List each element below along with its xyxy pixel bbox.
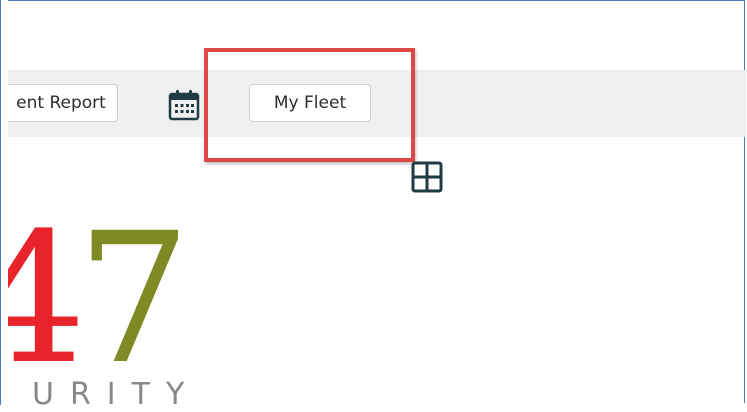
incident-report-button[interactable]: ent Report: [0, 84, 118, 122]
incident-report-label: ent Report: [16, 93, 106, 113]
logo-digit-4: 4: [0, 195, 86, 404]
logo-wordmark: URITY: [32, 377, 201, 412]
logo-number: 47: [0, 210, 191, 390]
logo-digit-7: 7: [76, 195, 191, 404]
window-left-edge: [0, 0, 8, 405]
grid-view-icon[interactable]: [410, 160, 444, 194]
highlight-annotation-box: [204, 48, 415, 162]
calendar-icon[interactable]: [167, 88, 201, 122]
